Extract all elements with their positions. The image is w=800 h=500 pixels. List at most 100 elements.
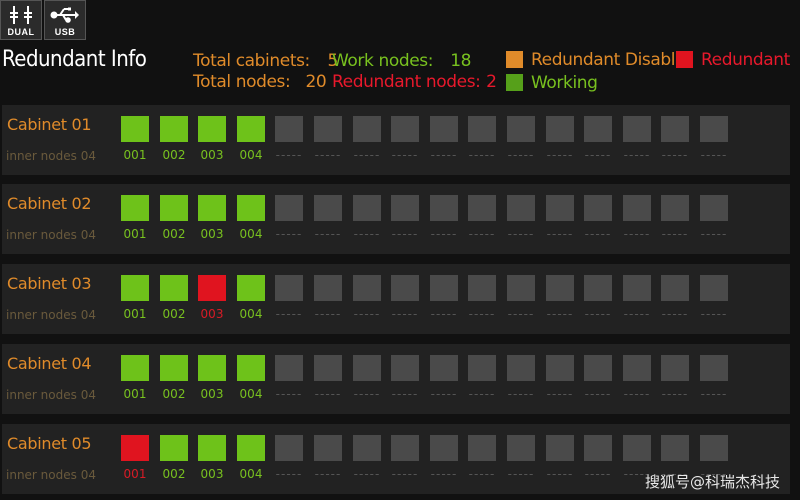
node-label: ----- — [546, 307, 574, 321]
usb-icon — [50, 7, 79, 23]
node-label: 003 — [200, 227, 224, 241]
node-label: ----- — [314, 467, 342, 481]
cabinet-name: Cabinet 01 — [7, 115, 92, 134]
node-label: 002 — [162, 307, 186, 321]
node-working[interactable] — [160, 116, 188, 142]
node-redundant[interactable] — [121, 435, 149, 461]
watermark: 搜狐号@科瑞杰科技 — [644, 473, 780, 491]
node-slot-empty — [353, 275, 381, 301]
cabinet-row[interactable]: Cabinet 02 inner nodes 04 001 002 003 004 ----… — [2, 184, 790, 254]
node-label: ----- — [391, 307, 419, 321]
node-label: 003 — [200, 467, 224, 481]
node-slot-empty — [275, 435, 303, 461]
cabinet-name: Cabinet 05 — [7, 434, 92, 453]
node-label: ----- — [468, 148, 496, 162]
cabinet-inner-nodes: inner nodes 04 — [6, 149, 96, 163]
node-slot-empty — [700, 275, 728, 301]
node-slot-empty — [430, 195, 458, 221]
node-working[interactable] — [237, 195, 265, 221]
node-label: ----- — [430, 227, 458, 241]
usb-button[interactable]: USB — [44, 0, 86, 40]
stats-nodes: Work nodes: 18 Redundant nodes: 2 — [332, 51, 497, 93]
legend-group-left: Redundant Disable Working — [506, 48, 686, 94]
dual-power-button[interactable]: DUAL — [0, 0, 42, 40]
node-label: ----- — [661, 307, 689, 321]
node-slot-empty — [661, 275, 689, 301]
node-working[interactable] — [237, 116, 265, 142]
node-working[interactable] — [198, 355, 226, 381]
node-label: ----- — [661, 387, 689, 401]
work-nodes-value: 18 — [450, 51, 472, 71]
node-label: ----- — [584, 467, 612, 481]
node-working[interactable] — [160, 355, 188, 381]
node-working[interactable] — [198, 116, 226, 142]
node-label: ----- — [507, 148, 535, 162]
node-working[interactable] — [160, 275, 188, 301]
node-label: 001 — [123, 467, 147, 481]
node-slot-empty — [430, 275, 458, 301]
node-working[interactable] — [160, 435, 188, 461]
node-label: ----- — [584, 307, 612, 321]
node-redundant[interactable] — [198, 275, 226, 301]
node-slot-empty — [584, 435, 612, 461]
node-slot-empty — [391, 116, 419, 142]
node-slot-empty — [507, 116, 535, 142]
node-label: 003 — [200, 387, 224, 401]
node-working[interactable] — [121, 116, 149, 142]
node-slot-empty — [507, 355, 535, 381]
node-label: ----- — [661, 227, 689, 241]
node-label: ----- — [700, 387, 728, 401]
node-working[interactable] — [198, 195, 226, 221]
node-slot-empty — [314, 275, 342, 301]
stats-totals: Total cabinets: 5 Total nodes: 20 — [193, 51, 338, 93]
page-title: Redundant Info — [2, 47, 147, 72]
node-slot-empty — [623, 116, 651, 142]
node-slot-empty — [314, 435, 342, 461]
node-slot-empty — [507, 435, 535, 461]
node-working[interactable] — [237, 355, 265, 381]
node-slot-empty — [661, 355, 689, 381]
node-label: ----- — [700, 307, 728, 321]
node-working[interactable] — [198, 435, 226, 461]
cabinet-row[interactable]: Cabinet 03 inner nodes 04 001 002 003 004 ----… — [2, 264, 790, 334]
node-label: ----- — [546, 467, 574, 481]
node-working[interactable] — [237, 435, 265, 461]
node-label: ----- — [623, 307, 651, 321]
node-label: 003 — [200, 148, 224, 162]
node-label: ----- — [275, 467, 303, 481]
node-slot-empty — [314, 355, 342, 381]
node-label: 001 — [123, 227, 147, 241]
node-label: ----- — [546, 387, 574, 401]
node-working[interactable] — [160, 195, 188, 221]
node-label: 004 — [239, 387, 263, 401]
node-label: 004 — [239, 467, 263, 481]
node-label: ----- — [584, 387, 612, 401]
node-slot-empty — [661, 116, 689, 142]
node-slot-empty — [430, 435, 458, 461]
node-label: ----- — [391, 467, 419, 481]
node-working[interactable] — [237, 275, 265, 301]
total-nodes-value: 20 — [305, 72, 327, 92]
node-label: 004 — [239, 148, 263, 162]
node-slot-empty — [391, 275, 419, 301]
node-label: ----- — [275, 148, 303, 162]
node-working[interactable] — [121, 275, 149, 301]
dual-power-icon — [10, 6, 32, 24]
node-slot-empty — [546, 195, 574, 221]
legend-redundant-label: Redundant — [701, 49, 790, 70]
cabinet-row[interactable]: Cabinet 04 inner nodes 04 001 002 003 004 ----… — [2, 344, 790, 414]
total-cabinets-row: Total cabinets: 5 — [193, 51, 338, 72]
node-label: ----- — [623, 148, 651, 162]
node-slot-empty — [353, 195, 381, 221]
redundant-nodes-row: Redundant nodes: 2 — [332, 72, 497, 93]
node-label: ----- — [353, 467, 381, 481]
node-label: ----- — [468, 307, 496, 321]
node-working[interactable] — [121, 195, 149, 221]
node-slot-empty — [584, 355, 612, 381]
node-label: 002 — [162, 227, 186, 241]
node-label: ----- — [468, 387, 496, 401]
node-working[interactable] — [121, 355, 149, 381]
node-slot-empty — [353, 355, 381, 381]
cabinet-row[interactable]: Cabinet 01 inner nodes 04 001 002 003 004 ----… — [2, 105, 790, 175]
node-label: 003 — [200, 307, 224, 321]
